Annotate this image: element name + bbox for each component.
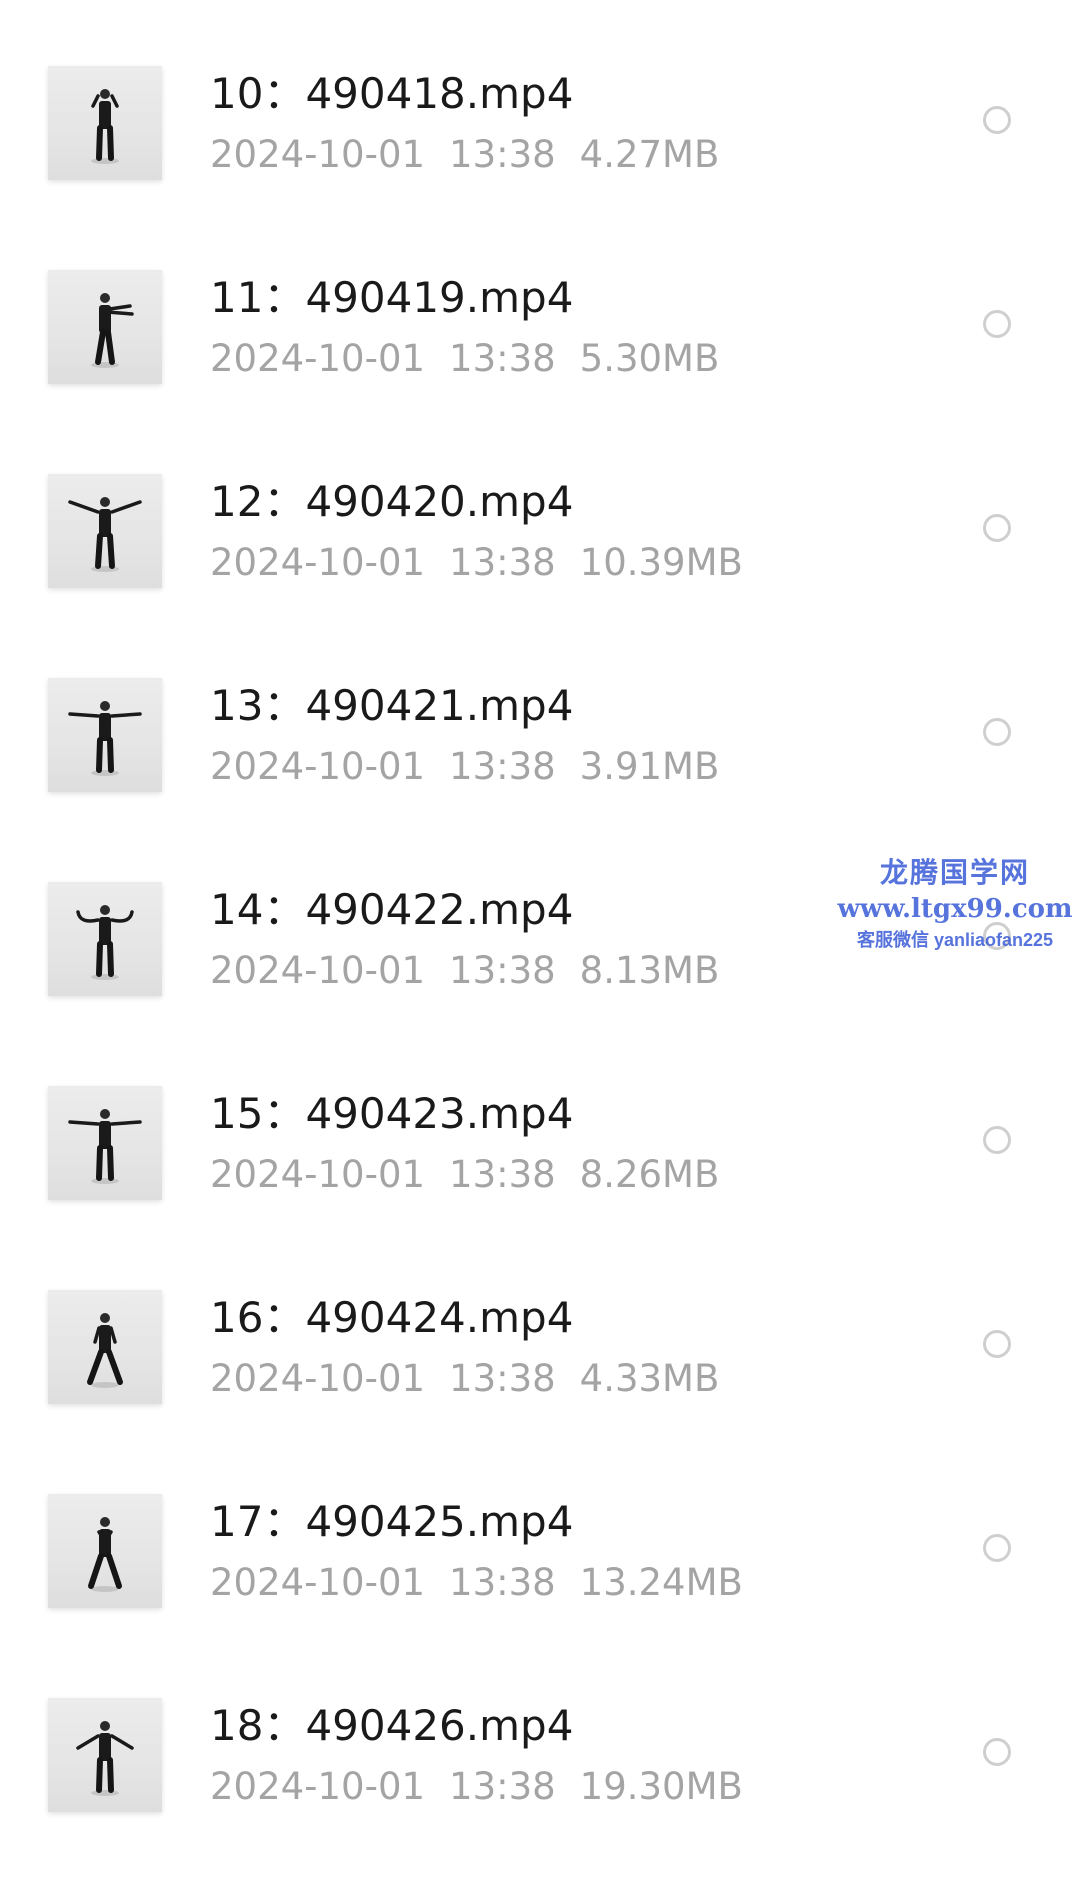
file-time: 13:38 [449,337,556,380]
file-name: 15：490423.mp4 [210,1089,574,1138]
select-radio[interactable] [983,310,1011,338]
file-row[interactable]: 12：490420.mp4 2024-10-01 13:38 10.39MB [0,466,1080,670]
figure-icon [68,701,142,776]
file-size: 4.33MB [579,1357,720,1400]
file-name: 18：490426.mp4 [210,1701,574,1750]
file-date: 2024-10-01 [210,1561,426,1604]
file-time: 13:38 [449,949,556,992]
figure-icon [76,905,134,980]
file-time: 13:38 [449,1357,556,1400]
select-radio[interactable] [983,1330,1011,1358]
select-radio[interactable] [983,106,1011,134]
file-name: 10：490418.mp4 [210,69,574,118]
file-name: 13：490421.mp4 [210,681,574,730]
file-size: 8.26MB [579,1153,720,1196]
select-radio[interactable] [983,1534,1011,1562]
file-meta: 2024-10-01 13:38 8.26MB [210,1152,743,1198]
file-size: 19.30MB [579,1765,743,1808]
file-name: 12：490420.mp4 [210,477,574,526]
file-time: 13:38 [449,1561,556,1604]
select-radio[interactable] [983,1738,1011,1766]
video-thumbnail [48,270,162,384]
file-time: 13:38 [449,1765,556,1808]
file-meta: 2024-10-01 13:38 19.30MB [210,1764,767,1810]
file-name: 14：490422.mp4 [210,885,574,934]
file-name: 16：490424.mp4 [210,1293,574,1342]
file-size: 4.27MB [579,133,720,176]
file-time: 13:38 [449,745,556,788]
select-radio[interactable] [983,514,1011,542]
video-thumbnail [48,66,162,180]
select-radio[interactable] [983,1126,1011,1154]
watermark-title: 龙腾国学网 [879,856,1030,889]
file-name: 17：490425.mp4 [210,1497,574,1546]
file-meta: 2024-10-01 13:38 3.91MB [210,744,743,790]
file-size: 13.24MB [579,1561,743,1604]
file-row[interactable]: 15：490423.mp4 2024-10-01 13:38 8.26MB [0,1078,1080,1282]
figure-icon [68,1109,142,1184]
file-size: 5.30MB [579,337,720,380]
file-meta: 2024-10-01 13:38 5.30MB [210,336,743,382]
file-row[interactable]: 13：490421.mp4 2024-10-01 13:38 3.91MB [0,670,1080,874]
file-meta: 2024-10-01 13:38 10.39MB [210,540,767,586]
file-date: 2024-10-01 [210,949,426,992]
file-date: 2024-10-01 [210,337,426,380]
file-date: 2024-10-01 [210,541,426,584]
file-time: 13:38 [449,1153,556,1196]
figure-icon [68,497,142,572]
file-size: 8.13MB [579,949,720,992]
file-date: 2024-10-01 [210,745,426,788]
file-date: 2024-10-01 [210,1765,426,1808]
video-thumbnail [48,1086,162,1200]
figure-icon [76,1721,134,1796]
video-thumbnail [48,1494,162,1608]
file-meta: 2024-10-01 13:38 4.27MB [210,132,743,178]
watermark-contact: 客服微信 yanliaofan225 [856,930,1054,950]
figure-icon [88,1517,122,1592]
video-thumbnail [48,678,162,792]
file-date: 2024-10-01 [210,133,426,176]
figure-icon [87,1313,123,1388]
file-row[interactable]: 11：490419.mp4 2024-10-01 13:38 5.30MB [0,262,1080,466]
file-meta: 2024-10-01 13:38 4.33MB [210,1356,743,1402]
file-name: 11：490419.mp4 [210,273,574,322]
file-date: 2024-10-01 [210,1153,426,1196]
file-row[interactable]: 10：490418.mp4 2024-10-01 13:38 4.27MB [0,58,1080,262]
file-row[interactable]: 16：490424.mp4 2024-10-01 13:38 4.33MB [0,1282,1080,1486]
file-row[interactable]: 17：490425.mp4 2024-10-01 13:38 13.24MB [0,1486,1080,1690]
video-thumbnail [48,1698,162,1812]
file-size: 3.91MB [579,745,720,788]
figure-icon [91,89,119,164]
video-thumbnail [48,882,162,996]
file-meta: 2024-10-01 13:38 13.24MB [210,1560,767,1606]
select-radio[interactable] [983,718,1011,746]
video-thumbnail [48,1290,162,1404]
file-meta: 2024-10-01 13:38 8.13MB [210,948,743,994]
figure-icon [91,293,134,368]
video-thumbnail [48,474,162,588]
file-date: 2024-10-01 [210,1357,426,1400]
watermark: 龙腾国学网 www.ltgx99.com 客服微信 yanliaofan225 [830,855,1080,953]
file-row[interactable]: 18：490426.mp4 2024-10-01 13:38 19.30MB [0,1690,1080,1894]
watermark-url: www.ltgx99.com [837,894,1073,924]
file-time: 13:38 [449,133,556,176]
file-time: 13:38 [449,541,556,584]
file-size: 10.39MB [579,541,743,584]
